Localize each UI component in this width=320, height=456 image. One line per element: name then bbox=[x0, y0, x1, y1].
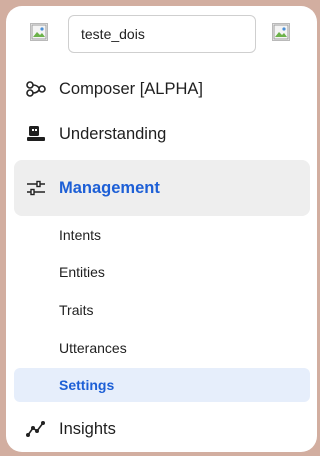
broken-image-icon[interactable] bbox=[30, 23, 48, 41]
composer-icon bbox=[24, 79, 48, 99]
nav-item-label: Understanding bbox=[59, 124, 167, 143]
nav-item-management[interactable]: Management bbox=[6, 177, 317, 199]
nav-item-label: Composer [ALPHA] bbox=[59, 79, 203, 98]
insights-icon bbox=[24, 419, 48, 439]
sliders-icon bbox=[24, 178, 48, 198]
sub-item-entities[interactable]: Entities bbox=[59, 264, 105, 280]
sub-item-settings[interactable]: Settings bbox=[59, 377, 114, 393]
sub-item-intents[interactable]: Intents bbox=[59, 227, 101, 243]
app-selector[interactable]: teste_dois bbox=[68, 15, 256, 53]
nav-item-composer[interactable]: Composer [ALPHA] bbox=[6, 78, 317, 100]
app-selector-value: teste_dois bbox=[81, 26, 145, 42]
top-bar: teste_dois bbox=[6, 6, 317, 64]
sidebar-panel: teste_dois Composer [ALPHA] Understandin… bbox=[6, 6, 317, 452]
sub-item-traits[interactable]: Traits bbox=[59, 302, 93, 318]
understanding-icon bbox=[24, 124, 48, 144]
broken-image-icon[interactable] bbox=[272, 23, 290, 41]
sub-item-utterances[interactable]: Utterances bbox=[59, 340, 127, 356]
nav-item-label: Management bbox=[59, 178, 160, 197]
nav-item-understanding[interactable]: Understanding bbox=[6, 123, 317, 145]
nav-item-label: Insights bbox=[59, 419, 116, 438]
nav-item-insights[interactable]: Insights bbox=[6, 418, 317, 440]
